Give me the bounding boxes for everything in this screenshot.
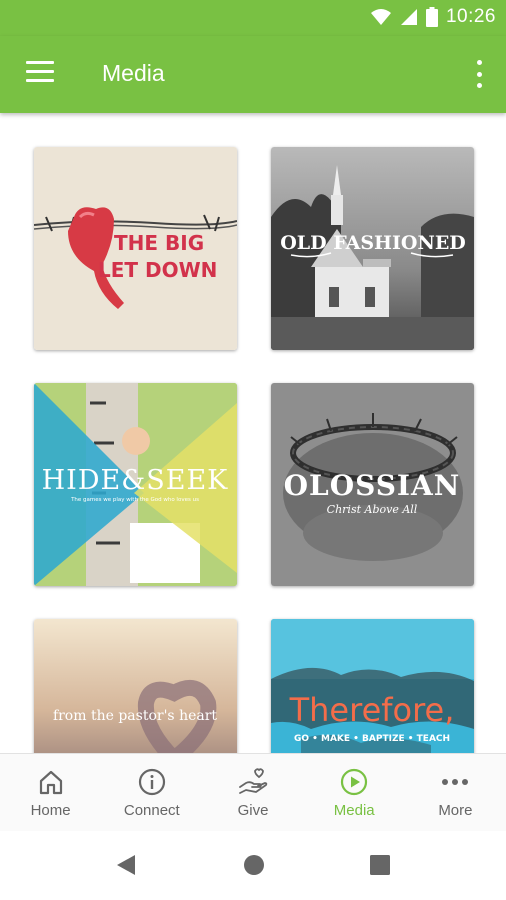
give-icon [239,768,268,794]
page-title: Media [102,60,165,86]
media-title-line1: from the pastor's heart [53,708,217,724]
media-subtitle: Christ Above All [327,503,418,516]
wifi-icon [370,9,391,25]
media-title-line1: OLOSSIAN [284,469,461,502]
nav-media[interactable]: Media [304,754,405,832]
nav-give[interactable]: Give [202,754,303,832]
info-icon [138,768,165,796]
app-bar: Media [0,36,506,113]
recents-icon[interactable] [369,854,391,876]
media-subtitle: The games we play with the God who loves… [70,497,199,503]
home-icon [39,770,62,795]
more-dots-icon [442,779,469,785]
media-subtitle: GO • MAKE • BAPTIZE • TEACH [294,734,450,744]
media-card-colossians[interactable]: OLOSSIAN Christ Above All [271,383,474,586]
play-icon [341,768,368,796]
media-title-line2: LET DOWN [98,258,217,282]
status-time: 10:26 [445,6,496,27]
nav-label-home: Home [30,802,71,819]
back-icon[interactable] [115,853,137,877]
nav-home[interactable]: Home [0,754,101,832]
media-card-old-fashioned[interactable]: OLD FASHIONED [271,147,474,350]
system-navigation-bar [0,831,506,900]
media-card-big-let-down[interactable]: THE BIG LET DOWN [34,147,237,350]
media-title-line1: THE BIG [114,231,204,255]
home-circle-icon[interactable] [242,853,266,877]
media-title-line1: HIDE&SEEK [42,465,229,496]
nav-connect[interactable]: Connect [101,754,202,832]
nav-label-media: Media [333,802,375,819]
nav-label-more: More [438,802,473,819]
nav-label-connect: Connect [123,802,180,819]
signal-icon [400,9,417,25]
nav-more[interactable]: More [405,754,506,832]
overflow-menu-icon[interactable] [476,60,482,88]
battery-icon [425,7,438,27]
status-bar: 10:26 [0,0,506,36]
media-card-therefore[interactable]: Therefore, GO • MAKE • BAPTIZE • TEACH [271,619,474,753]
media-grid: THE BIG LET DOWN OLD FASHIONED HIDE&SEEK… [0,113,506,753]
media-title-line1: Therefore, [289,691,455,729]
menu-icon[interactable] [26,61,54,85]
media-card-pastors-heart[interactable]: from the pastor's heart [34,619,237,753]
media-card-hide-and-seek[interactable]: HIDE&SEEK The games we play with the God… [34,383,237,586]
bottom-navigation: Home Connect Give Media More [0,753,506,832]
nav-label-give: Give [237,802,269,819]
media-title-line1: OLD FASHIONED [280,232,466,254]
